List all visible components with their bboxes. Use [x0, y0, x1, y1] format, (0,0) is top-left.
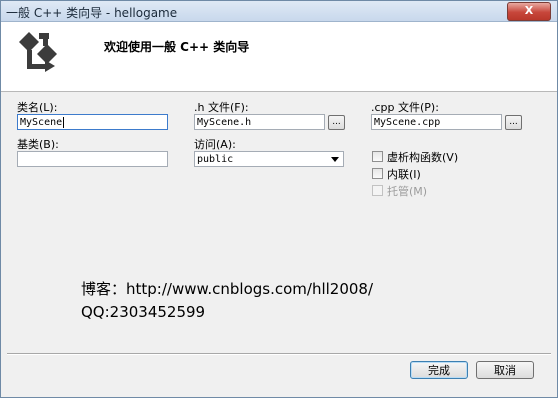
- inline-label: 内联(I): [387, 168, 421, 181]
- wizard-window: 一般 C++ 类向导 - hellogame X 欢迎使用一般 C++ 类向导 …: [0, 0, 558, 398]
- h-file-value: MyScene.h: [197, 117, 252, 128]
- wizard-logo-icon: [19, 32, 57, 72]
- banner-title: 欢迎使用一般 C++ 类向导: [104, 40, 250, 54]
- cpp-file-browse-button[interactable]: ...: [505, 115, 522, 130]
- cpp-file-label: .cpp 文件(P):: [371, 101, 439, 114]
- text-caret: [63, 116, 65, 128]
- close-button[interactable]: X: [507, 2, 551, 21]
- virtual-destructor-label: 虚析构函数(V): [387, 151, 459, 164]
- access-value: public: [197, 154, 234, 165]
- h-file-browse-button[interactable]: ...: [328, 115, 345, 130]
- access-label: 访问(A):: [194, 138, 236, 151]
- class-name-label: 类名(L):: [17, 101, 58, 114]
- managed-label: 托管(M): [387, 185, 428, 198]
- class-name-input[interactable]: MyScene: [17, 114, 168, 130]
- h-file-input[interactable]: MyScene.h: [194, 114, 325, 130]
- inline-checkbox[interactable]: [372, 168, 383, 179]
- title-bar[interactable]: 一般 C++ 类向导 - hellogame X: [1, 1, 557, 22]
- cpp-file-value: MyScene.cpp: [374, 117, 441, 128]
- cpp-file-input[interactable]: MyScene.cpp: [371, 114, 502, 130]
- window-title: 一般 C++ 类向导 - hellogame: [6, 6, 178, 20]
- access-select[interactable]: public: [194, 151, 344, 167]
- banner: 欢迎使用一般 C++ 类向导: [1, 22, 557, 92]
- blog-watermark: 博客：http://www.cnblogs.com/hll2008/: [81, 280, 374, 298]
- managed-checkbox: [372, 185, 383, 196]
- class-name-value: MyScene: [20, 117, 63, 128]
- h-file-label: .h 文件(F):: [194, 101, 249, 114]
- qq-watermark: QQ:2303452599: [81, 303, 206, 321]
- base-class-label: 基类(B):: [17, 138, 59, 151]
- virtual-destructor-checkbox[interactable]: [372, 151, 383, 162]
- chevron-down-icon: [331, 157, 339, 162]
- cancel-button[interactable]: 取消: [476, 361, 534, 379]
- base-class-input[interactable]: [17, 151, 168, 167]
- finish-button[interactable]: 完成: [410, 361, 468, 379]
- divider: [7, 353, 551, 355]
